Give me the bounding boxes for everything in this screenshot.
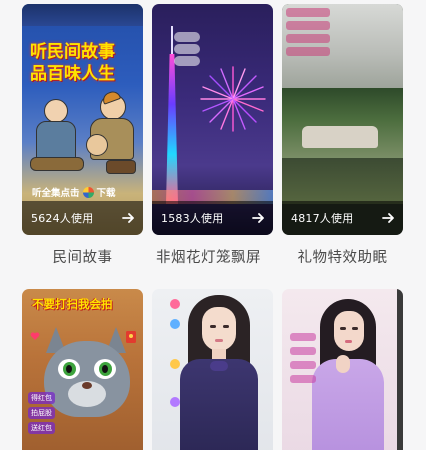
pinwheel-icon <box>82 186 94 198</box>
card-title-folk-story[interactable]: 民间故事 <box>22 246 143 267</box>
action-chip: 得红包 <box>28 392 55 404</box>
caption-suffix: 下载 <box>96 188 116 199</box>
gift-chip <box>286 8 330 17</box>
gift-chip <box>170 319 180 329</box>
comment-tag <box>174 44 200 54</box>
action-chip: 送红包 <box>28 422 55 434</box>
thumbnail-talking-cat: 不要打扫我会拍 得红包 拍屁股 送红包 <box>22 289 143 450</box>
comment-tag <box>174 32 200 42</box>
thumbnail-portrait-1 <box>152 289 273 450</box>
arrow-right-icon[interactable] <box>381 211 395 225</box>
gift-chip <box>170 299 180 309</box>
headline-line-2: 品百味人生 <box>30 64 115 84</box>
gift-chip <box>170 359 180 369</box>
comment-tag <box>174 56 200 66</box>
template-card-talking-cat[interactable]: 不要打扫我会拍 得红包 拍屁股 送红包 <box>22 289 143 450</box>
bow-icon <box>210 361 228 371</box>
thumbnail-portrait-2 <box>282 289 403 450</box>
gift-chip <box>286 21 330 30</box>
firework-burst-icon <box>200 66 266 132</box>
card-title-fireworks[interactable]: 非烟花灯笼飘屏 <box>152 246 273 267</box>
usage-count: 5624人使用 <box>31 212 94 225</box>
gift-chip <box>170 397 180 407</box>
sofa-illustration <box>302 126 378 148</box>
arrow-right-icon[interactable] <box>121 211 135 225</box>
shelf-illustration <box>282 158 403 204</box>
usage-count: 4817人使用 <box>291 212 354 225</box>
portrait-outfit-illustration <box>312 359 384 450</box>
portrait-face-illustration <box>334 311 364 351</box>
side-strip <box>397 289 403 450</box>
roof-illustration <box>22 4 143 26</box>
action-chip: 拍屁股 <box>28 407 55 419</box>
usage-bar: 4817人使用 <box>282 201 403 235</box>
portrait-face-illustration <box>202 307 236 351</box>
gift-chip <box>286 34 330 43</box>
storyteller-illustration <box>30 99 85 174</box>
cat-headline: 不要打扫我会拍 <box>32 297 113 311</box>
listeners-illustration <box>86 94 138 176</box>
cat-face-illustration <box>44 327 130 419</box>
usage-count: 1583人使用 <box>161 212 224 225</box>
arrow-right-icon[interactable] <box>251 211 265 225</box>
template-card-fireworks[interactable]: 1583人使用 <box>152 4 273 235</box>
gift-chip <box>290 361 316 369</box>
template-card-portrait-1[interactable] <box>152 289 273 450</box>
card-title-gift-effects[interactable]: 礼物特效助眠 <box>282 246 403 267</box>
gift-chip <box>290 375 316 383</box>
gift-chip <box>286 47 330 56</box>
hand-illustration <box>336 355 350 373</box>
template-card-folk-story[interactable]: 听民间故事 品百味人生 听全集点击 下载 5624人使用 <box>22 4 143 235</box>
template-card-gift-effects[interactable]: 4817人使用 <box>282 4 403 235</box>
gift-chip <box>290 333 316 341</box>
heart-icon <box>30 332 40 340</box>
usage-bar: 5624人使用 <box>22 201 143 235</box>
template-card-portrait-2[interactable] <box>282 289 403 450</box>
gift-chip <box>290 347 316 355</box>
download-caption: 听全集点击 下载 <box>32 185 116 199</box>
usage-bar: 1583人使用 <box>152 201 273 235</box>
caption-text: 听全集点击 <box>32 188 80 199</box>
portrait-outfit-illustration <box>180 359 258 450</box>
red-envelope-icon <box>126 331 136 343</box>
